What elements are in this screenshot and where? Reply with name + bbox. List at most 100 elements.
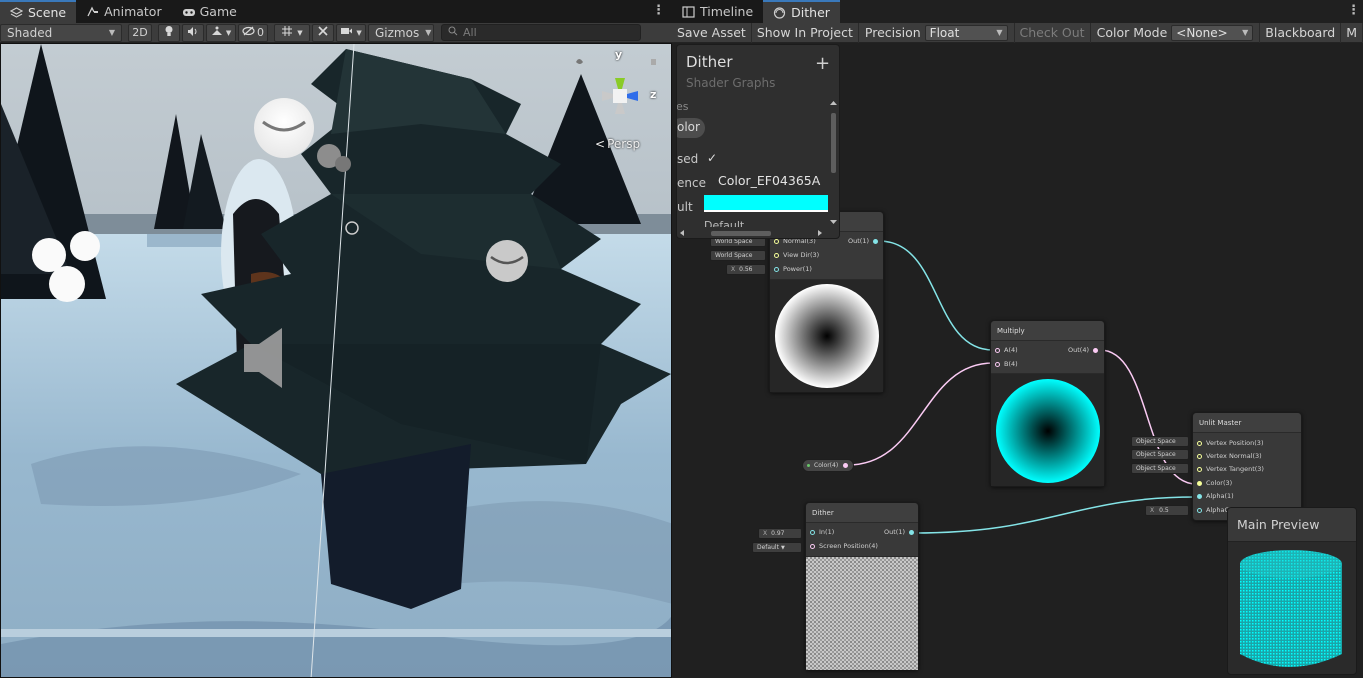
dither-port-out-label: Out(1) bbox=[884, 528, 905, 536]
multiply-port-out[interactable]: Out(4) bbox=[1068, 346, 1098, 354]
chevron-down-icon: ▼ bbox=[425, 28, 432, 37]
master-position-space-chip[interactable]: Object Space bbox=[1131, 436, 1189, 447]
fresnel-preview bbox=[770, 279, 883, 392]
fresnel-port-view-dir[interactable]: View Dir(3) bbox=[774, 251, 819, 259]
chevron-down-icon: ▼ bbox=[225, 28, 232, 37]
default-color-swatch[interactable] bbox=[704, 195, 828, 212]
check-out-button[interactable]: Check Out bbox=[1013, 22, 1091, 43]
fresnel-viewdir-space-chip[interactable]: World Space bbox=[710, 250, 766, 261]
multiply-node[interactable]: Multiply A(4) B(4) Out(4) bbox=[990, 320, 1105, 487]
eye-hidden-icon bbox=[242, 26, 255, 39]
dither-port-out[interactable]: Out(1) bbox=[884, 528, 914, 536]
master-port-color[interactable]: Color(3) bbox=[1197, 479, 1232, 487]
save-asset-label: Save Asset bbox=[677, 25, 746, 40]
tab-scene[interactable]: Scene bbox=[0, 0, 77, 23]
dither-screen-mode-dropdown[interactable]: Default ▼ bbox=[752, 542, 802, 553]
precision-dropdown[interactable]: Float ▼ bbox=[924, 24, 1008, 41]
shader-graph-window: Timeline Dither ⋮ Save Asset Show In Pro… bbox=[672, 0, 1363, 678]
graph-menu-icon[interactable]: ⋮ bbox=[1347, 3, 1360, 19]
multiply-port-a[interactable]: A(4) bbox=[995, 346, 1018, 354]
shading-mode-label: Shaded bbox=[7, 25, 53, 40]
effects-dropdown[interactable]: ▼ bbox=[206, 23, 236, 42]
reference-field[interactable]: Color_EF04365A bbox=[718, 173, 820, 188]
tab-animator[interactable]: Animator bbox=[76, 0, 171, 23]
master-tangent-space-chip[interactable]: Object Space bbox=[1131, 463, 1189, 474]
tab-timeline[interactable]: Timeline bbox=[672, 0, 763, 23]
graph-canvas[interactable]: Normal(3) View Dir(3) Power(1) Out(1) Wo… bbox=[672, 43, 1363, 678]
multiply-port-b[interactable]: B(4) bbox=[995, 360, 1018, 368]
fresnel-port-out[interactable]: Out(1) bbox=[848, 237, 878, 245]
color-property-node[interactable]: Color(4) bbox=[802, 459, 854, 472]
screen-mode-value: Default bbox=[757, 544, 779, 551]
show-in-project-button[interactable]: Show In Project bbox=[752, 22, 859, 43]
fresnel-power-field[interactable]: X 0.56 bbox=[726, 264, 766, 275]
unlit-master-title[interactable]: Unlit Master bbox=[1193, 413, 1301, 433]
scene-menu-icon[interactable]: ⋮ bbox=[652, 3, 665, 19]
blackboard-horizontal-scrollbar[interactable] bbox=[677, 227, 829, 237]
main-preview-panel[interactable]: Main Preview bbox=[1227, 507, 1357, 675]
shader-graph-icon bbox=[773, 6, 786, 19]
shading-mode-dropdown[interactable]: Shaded ▼ bbox=[0, 23, 122, 42]
tab-animator-label: Animator bbox=[104, 4, 162, 19]
save-asset-button[interactable]: Save Asset bbox=[672, 22, 752, 43]
hidden-count: 0 bbox=[257, 26, 264, 39]
master-port-alpha[interactable]: Alpha(1) bbox=[1197, 492, 1234, 500]
exposed-checkbox[interactable]: ✓ bbox=[707, 151, 719, 165]
axis-label: X bbox=[1150, 507, 1155, 514]
blackboard-vertical-scrollbar[interactable] bbox=[829, 99, 838, 226]
chip-label: Object Space bbox=[1136, 465, 1176, 472]
tab-dither[interactable]: Dither bbox=[763, 0, 840, 23]
color-property-pill[interactable]: olor bbox=[677, 118, 705, 138]
tab-game[interactable]: Game bbox=[172, 0, 247, 23]
chip-label: World Space bbox=[715, 252, 753, 259]
fresnel-port-power-label: Power(1) bbox=[783, 265, 812, 273]
multiply-node-title[interactable]: Multiply bbox=[991, 321, 1104, 341]
master-normal-space-chip[interactable]: Object Space bbox=[1131, 449, 1189, 460]
master-port-vertex-position[interactable]: Vertex Position(3) bbox=[1197, 439, 1263, 447]
property-pill-label: olor bbox=[677, 120, 700, 134]
color-mode-dropdown[interactable]: <None> ▼ bbox=[1171, 24, 1254, 41]
game-icon bbox=[182, 6, 195, 18]
audio-toggle-button[interactable] bbox=[182, 23, 204, 42]
tools-icon bbox=[317, 25, 329, 40]
scene-window: Scene Animator Game ⋮ Shaded ▼ 2D ▼ 0 ▼ … bbox=[0, 0, 672, 678]
grid-dropdown[interactable]: ▼ bbox=[274, 23, 310, 42]
dither-port-in[interactable]: In(1) bbox=[810, 528, 834, 536]
fresnel-port-out-label: Out(1) bbox=[848, 237, 869, 245]
fresnel-port-power[interactable]: Power(1) bbox=[774, 265, 812, 273]
main-preview-toggle-button[interactable]: M bbox=[1341, 22, 1363, 43]
add-property-button[interactable]: + bbox=[815, 53, 830, 74]
unlit-master-node[interactable]: Unlit Master Vertex Position(3) Vertex N… bbox=[1192, 412, 1302, 521]
master-alpha-clip-field[interactable]: X 0.5 bbox=[1145, 505, 1189, 516]
blackboard-panel[interactable]: Dither Shader Graphs + es olor sed ✓ enc… bbox=[676, 44, 840, 239]
main-preview-toggle-label: M bbox=[1346, 25, 1357, 40]
multiply-port-out-label: Out(4) bbox=[1068, 346, 1089, 354]
blackboard-toggle-button[interactable]: Blackboard bbox=[1259, 22, 1342, 43]
dither-node[interactable]: Dither In(1) Screen Position(4) Out(1) bbox=[805, 502, 919, 670]
hidden-objects-toggle[interactable]: 0 bbox=[238, 23, 268, 42]
camera-dropdown[interactable]: ▼ bbox=[336, 23, 366, 42]
precision-value: Float bbox=[929, 25, 960, 40]
color-property-label: Color(4) bbox=[814, 462, 839, 469]
2d-toggle-button[interactable]: 2D bbox=[128, 23, 152, 42]
graph-tab-bar: Timeline Dither bbox=[672, 0, 840, 23]
scene-icon bbox=[9, 6, 24, 19]
master-port-vertex-tangent[interactable]: Vertex Tangent(3) bbox=[1197, 465, 1264, 473]
tools-button[interactable] bbox=[312, 23, 334, 42]
timeline-icon bbox=[682, 5, 695, 18]
check-out-label: Check Out bbox=[1019, 25, 1085, 40]
scene-search-input[interactable]: All bbox=[441, 24, 641, 41]
gizmos-dropdown[interactable]: Gizmos ▼ bbox=[368, 23, 434, 42]
chip-label: Object Space bbox=[1136, 438, 1176, 445]
clip-value: 0.5 bbox=[1159, 507, 1169, 514]
projection-toggle[interactable]: < Persp bbox=[595, 137, 640, 151]
master-port-vertex-normal[interactable]: Vertex Normal(3) bbox=[1197, 452, 1262, 460]
scene-viewport[interactable]: y z < Persp bbox=[0, 43, 672, 678]
chip-label: Object Space bbox=[1136, 451, 1176, 458]
lightbulb-icon bbox=[164, 25, 174, 40]
dither-node-title[interactable]: Dither bbox=[806, 503, 918, 523]
dither-in-value: 0.97 bbox=[771, 530, 785, 537]
dither-in-field[interactable]: X 0.97 bbox=[758, 528, 802, 539]
lighting-toggle-button[interactable] bbox=[158, 23, 180, 42]
dither-port-screen-position[interactable]: Screen Position(4) bbox=[810, 542, 878, 550]
